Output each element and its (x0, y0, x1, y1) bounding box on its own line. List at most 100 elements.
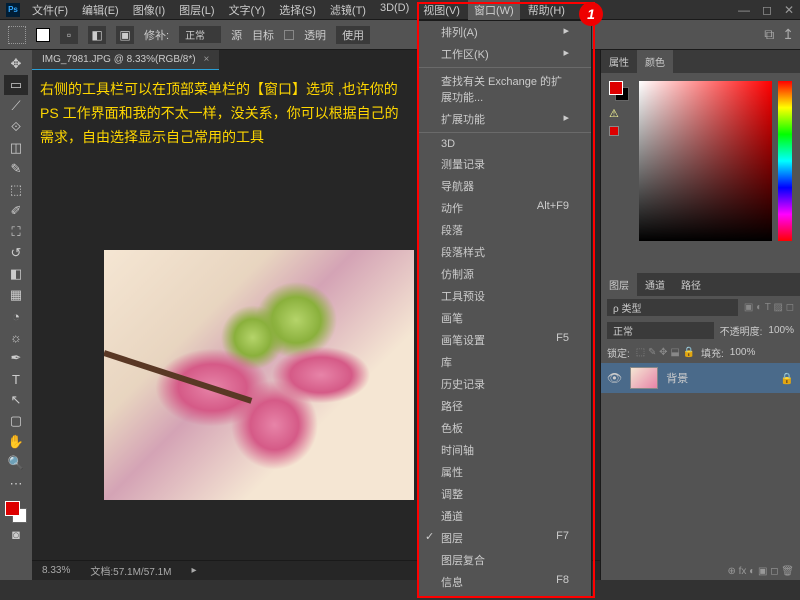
clone-tool[interactable]: ⛶ (4, 222, 28, 242)
menu-item[interactable]: 编辑(E) (76, 0, 125, 20)
target-button[interactable]: 目标 (252, 27, 274, 43)
layer-filter-select[interactable]: ρ 类型 (607, 299, 738, 316)
gradient-tool[interactable]: ▦ (4, 285, 28, 305)
menu-item[interactable]: 画笔设置F5 (419, 329, 591, 351)
option-icon[interactable]: ▣ (116, 26, 134, 44)
layer-footer-icons[interactable]: ⊕ fx ◐ ▣ ◻ 🗑 (601, 563, 800, 580)
menu-item[interactable]: 查找有关 Exchange 的扩展功能... (419, 70, 591, 108)
zoom-level[interactable]: 8.33% (42, 565, 70, 576)
hue-slider[interactable] (778, 81, 792, 241)
layer-thumbnail[interactable] (630, 367, 658, 389)
shape-tool[interactable]: ▢ (4, 411, 28, 431)
options-bar: ▫ ◧ ▣ 修补: 正常 源 目标 透明 使用 (0, 20, 800, 50)
menu-item[interactable]: 历史记录 (419, 373, 591, 395)
menu-item[interactable]: 段落 (419, 219, 591, 241)
tab-color[interactable]: 颜色 (637, 50, 673, 73)
menu-item[interactable]: 时间轴 (419, 439, 591, 461)
menu-item[interactable]: 动作Alt+F9 (419, 197, 591, 219)
menu-item[interactable]: 属性 (419, 461, 591, 483)
pen-tool[interactable]: ✒ (4, 348, 28, 368)
menu-item[interactable]: 图像(I) (127, 0, 171, 20)
menu-item[interactable]: 测量记录 (419, 153, 591, 175)
menu-item[interactable]: ✓图层F7 (419, 527, 591, 549)
window-controls[interactable]: —◻✕ (738, 3, 794, 17)
fill-value[interactable]: 100% (730, 347, 756, 358)
menu-item[interactable]: 视图(V) (417, 0, 466, 20)
mask-mode-icon[interactable]: ◙ (4, 524, 28, 544)
menu-item[interactable]: 段落样式 (419, 241, 591, 263)
annotation-text: 右侧的工具栏可以在顶部菜单栏的【窗口】选项 ,也许你的 PS 工作界面和我的不太… (40, 78, 400, 149)
zoom-tool[interactable]: 🔍 (4, 453, 28, 473)
patch-tool[interactable]: ⬚ (4, 180, 28, 200)
menu-item[interactable]: 选择(S) (273, 0, 322, 20)
tab-properties[interactable]: 属性 (601, 50, 637, 73)
doc-size: 57.1M/57.1M (113, 567, 171, 578)
mode-select[interactable]: 正常 (179, 26, 221, 43)
lock-icons[interactable]: ⬚ ✎ ✥ ⬓ 🔒 (636, 347, 695, 358)
menu-item[interactable]: 3D(D) (374, 0, 415, 20)
menu-item[interactable]: 调整 (419, 483, 591, 505)
menu-item[interactable]: 修改键 (419, 593, 591, 598)
menu-item[interactable]: 通道 (419, 505, 591, 527)
marquee-tool[interactable]: ▭ (4, 75, 28, 95)
close-icon[interactable]: × (204, 54, 210, 65)
color-swatch-pair[interactable] (609, 81, 629, 101)
panel-tabs: 属性 颜色 (601, 50, 800, 73)
menu-item[interactable]: 滤镜(T) (324, 0, 372, 20)
tab-layers[interactable]: 图层 (601, 273, 637, 296)
dodge-tool[interactable]: ☼ (4, 327, 28, 347)
menu-item[interactable]: 工作区(K)▸ (419, 43, 591, 65)
menu-item[interactable]: 窗口(W) (468, 0, 520, 20)
blend-mode-select[interactable]: 正常 (607, 322, 714, 339)
share-icons[interactable]: ⧉↥ (764, 26, 794, 43)
hand-tool[interactable]: ✋ (4, 432, 28, 452)
option-icon[interactable]: ▫ (60, 26, 78, 44)
color-field[interactable] (639, 81, 772, 241)
source-button[interactable]: 源 (231, 27, 242, 43)
menu-item[interactable]: 帮助(H) (522, 0, 571, 20)
more-tool[interactable]: ⋯ (4, 474, 28, 494)
menu-item[interactable]: 文字(Y) (223, 0, 272, 20)
layer-row[interactable]: 👁 背景 🔒 (601, 363, 800, 393)
menu-item[interactable]: 色板 (419, 417, 591, 439)
swatch-icon[interactable] (36, 28, 50, 42)
color-swatch[interactable] (5, 501, 27, 523)
menu-item[interactable]: 文件(F) (26, 0, 74, 20)
tab-channels[interactable]: 通道 (637, 273, 673, 296)
chevron-right-icon[interactable]: ▸ (192, 565, 197, 576)
menu-item[interactable]: 信息F8 (419, 571, 591, 593)
menu-item[interactable]: 3D (419, 135, 591, 153)
menu-item[interactable]: 导航器 (419, 175, 591, 197)
wand-tool[interactable]: ⟐ (4, 117, 28, 137)
canvas-image[interactable] (104, 250, 414, 500)
opacity-value[interactable]: 100% (768, 325, 794, 336)
history-brush-tool[interactable]: ↺ (4, 243, 28, 263)
crop-tool[interactable]: ◫ (4, 138, 28, 158)
document-tab[interactable]: IMG_7981.JPG @ 8.33%(RGB/8*)× (32, 50, 219, 70)
layer-name[interactable]: 背景 (666, 370, 688, 386)
lasso-tool[interactable]: ⟋ (4, 96, 28, 116)
type-tool[interactable]: T (4, 369, 28, 389)
transparent-checkbox[interactable] (284, 30, 294, 40)
move-tool[interactable]: ✥ (4, 54, 28, 74)
option-icon[interactable]: ◧ (88, 26, 106, 44)
menu-item[interactable]: 图层复合 (419, 549, 591, 571)
menu-item[interactable]: 仿制源 (419, 263, 591, 285)
menu-item[interactable]: 库 (419, 351, 591, 373)
eyedropper-tool[interactable]: ✎ (4, 159, 28, 179)
path-tool[interactable]: ↖ (4, 390, 28, 410)
gamut-warning-icon[interactable]: ⚠ (609, 107, 633, 120)
menu-item[interactable]: 排列(A)▸ (419, 21, 591, 43)
menu-item[interactable]: 路径 (419, 395, 591, 417)
eraser-tool[interactable]: ◧ (4, 264, 28, 284)
menu-item[interactable]: 工具预设 (419, 285, 591, 307)
blur-tool[interactable]: ◔ (4, 306, 28, 326)
use-button[interactable]: 使用 (336, 26, 370, 44)
visibility-icon[interactable]: 👁 (607, 371, 622, 385)
tab-paths[interactable]: 路径 (673, 273, 709, 296)
menu-item[interactable]: 图层(L) (173, 0, 220, 20)
menu-item[interactable]: 画笔 (419, 307, 591, 329)
brush-tool[interactable]: ✐ (4, 201, 28, 221)
menu-item[interactable]: 扩展功能▸ (419, 108, 591, 130)
filter-icons[interactable]: ▣ ◐ T ▨ ◻ (744, 302, 794, 313)
